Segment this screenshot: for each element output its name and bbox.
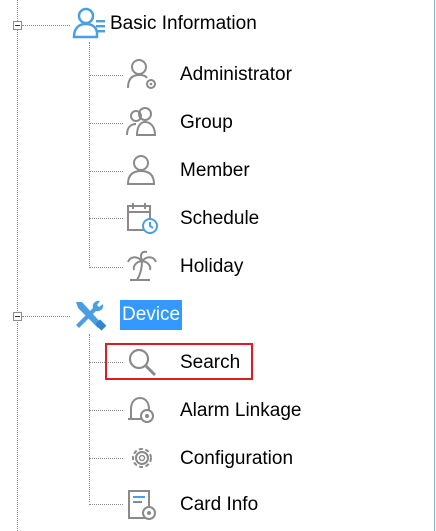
connector	[22, 25, 70, 26]
connector	[89, 171, 123, 172]
tree-label-group: Group	[180, 112, 233, 133]
tree-label-basic-information: Basic Information	[110, 13, 257, 34]
connector	[89, 267, 123, 268]
group-users-icon	[126, 107, 157, 136]
tree-label-alarm-linkage: Alarm Linkage	[180, 400, 302, 421]
tree-label-holiday: Holiday	[180, 256, 244, 277]
alarm-bell-gear-icon	[128, 396, 154, 423]
connector	[89, 504, 123, 505]
admin-user-gear-icon	[127, 59, 156, 89]
connector	[89, 410, 123, 411]
tree-root-line	[17, 0, 18, 531]
card-gear-icon	[128, 490, 156, 520]
tree-label-schedule: Schedule	[180, 208, 260, 229]
navigation-tree: Basic Information Administrator Group Me…	[0, 0, 435, 531]
collapse-toggle-device[interactable]	[13, 312, 22, 321]
connector	[89, 218, 123, 219]
connector	[22, 316, 70, 317]
wrench-screwdriver-icon	[76, 300, 106, 331]
member-user-icon	[126, 155, 156, 185]
connector	[89, 75, 123, 76]
gears-icon	[132, 448, 152, 468]
collapse-toggle-basic-information[interactable]	[13, 21, 22, 30]
connector	[89, 458, 123, 459]
users-list-icon	[72, 7, 105, 39]
tree-label-administrator: Administrator	[180, 64, 292, 85]
palm-tree-icon	[127, 250, 157, 281]
calendar-clock-icon	[127, 203, 158, 234]
device-branch-line	[89, 334, 90, 502]
tree-label-member: Member	[180, 160, 250, 181]
tree-label-card-info: Card Info	[180, 494, 259, 515]
connector	[89, 123, 123, 124]
search-highlight-frame	[105, 343, 253, 380]
tree-label-configuration: Configuration	[180, 448, 294, 469]
tree-label-device: Device	[120, 300, 183, 330]
